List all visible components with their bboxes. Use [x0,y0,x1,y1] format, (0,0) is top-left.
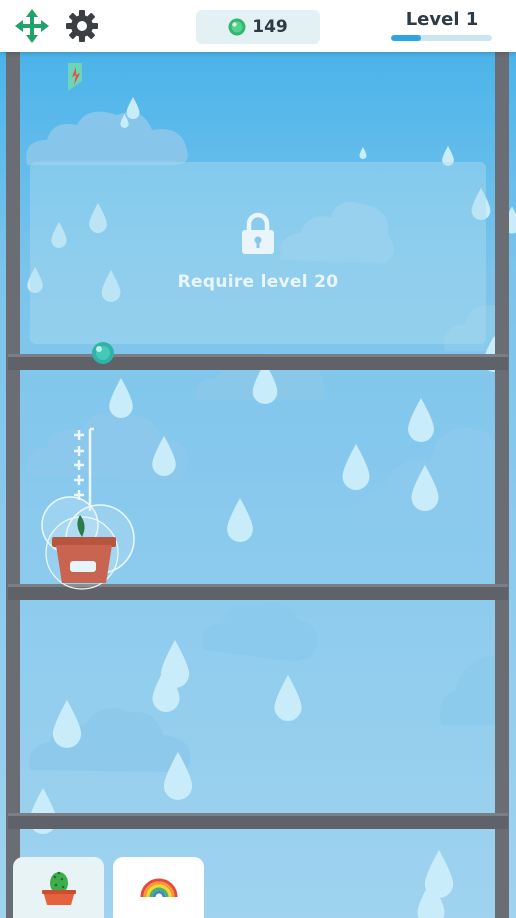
level-progress-fill [391,35,422,41]
shelf-board [8,813,508,829]
shelf-pillar-right [495,52,509,918]
lightning-flag-icon [68,63,82,91]
tab-weather[interactable] [113,857,204,918]
cloud [202,602,318,662]
shelf-board [8,354,508,370]
level-progress-bar [391,35,492,41]
move-arrows-icon[interactable] [14,8,50,44]
raindrop [152,436,176,476]
shelf-pillar-left [6,52,20,918]
game-scene: Require level 20 149 Level 1 [0,0,516,918]
gear-icon[interactable] [64,8,100,44]
raindrop [152,666,180,712]
raindrop [109,378,133,418]
gem-orb-icon[interactable] [91,341,115,365]
raindrop [342,444,370,490]
cloud [26,111,188,165]
raindrop [359,147,367,159]
raindrop [52,700,82,748]
raindrop [163,752,193,800]
raindrop [408,398,434,442]
cactus-pot-icon [42,871,76,905]
raindrop [120,114,129,128]
top-bar: 149 Level 1 [0,0,516,52]
raindrop [227,498,253,542]
rainbow-icon [140,878,178,898]
gem-orb-icon [228,18,246,36]
raindrop [417,880,445,918]
potted-sprout[interactable] [40,495,140,590]
raindrop [411,465,439,511]
lock-requirement-text: Require level 20 [177,272,339,292]
coin-count: 149 [252,17,288,37]
cloud [440,655,496,725]
coin-counter: 149 [196,10,320,44]
tab-plants[interactable] [13,857,104,918]
raindrop [274,675,302,721]
locked-shelf-panel: Require level 20 [30,162,486,344]
padlock-icon [242,212,274,254]
level-label: Level 1 [405,9,479,30]
